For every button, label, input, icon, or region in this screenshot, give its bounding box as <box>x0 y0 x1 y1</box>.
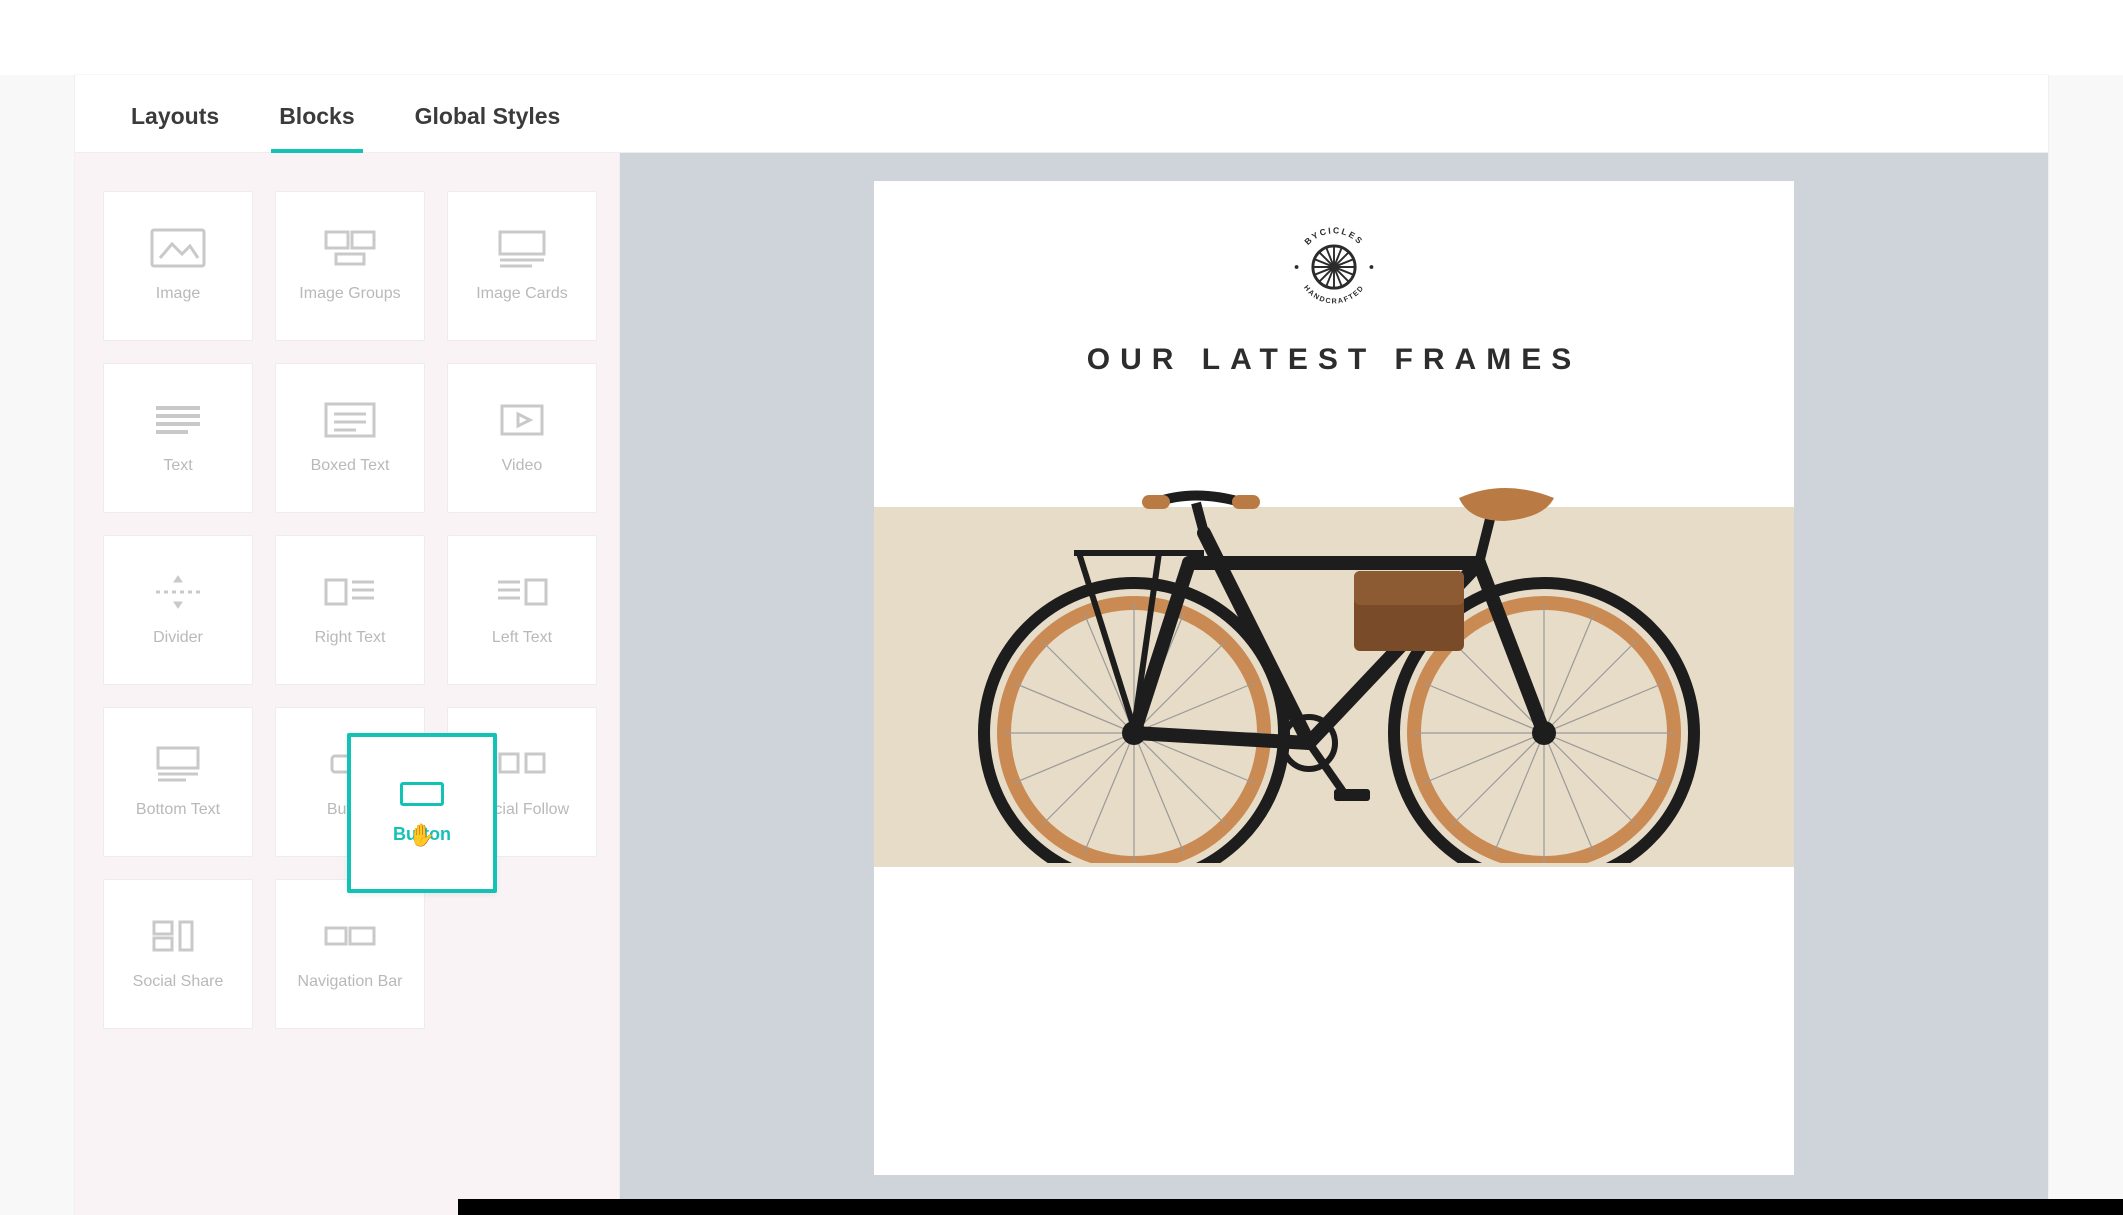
brand-logo: BYCICLES HANDCRAFTED <box>1286 219 1382 315</box>
boxed-text-icon <box>322 400 378 440</box>
block-image[interactable]: Image <box>103 191 253 341</box>
block-image-groups[interactable]: Image Groups <box>275 191 425 341</box>
tab-blocks[interactable]: Blocks <box>279 103 354 152</box>
block-label: Divider <box>147 628 209 648</box>
left-text-icon <box>494 572 550 612</box>
block-divider[interactable]: Divider <box>103 535 253 685</box>
block-label: Social Share <box>127 972 230 992</box>
email-header: BYCICLES HANDCRAFTED OUR LATEST FRAMES <box>874 181 1794 397</box>
tab-bar: Layouts Blocks Global Styles <box>75 75 2048 153</box>
block-label: Navigation Bar <box>292 972 409 992</box>
image-groups-icon <box>322 228 378 268</box>
block-right-text[interactable]: Right Text <box>275 535 425 685</box>
video-icon <box>494 400 550 440</box>
text-icon <box>150 400 206 440</box>
button-icon <box>400 782 444 806</box>
block-left-text[interactable]: Left Text <box>447 535 597 685</box>
dragging-block-button[interactable]: ✋ Button <box>347 733 497 893</box>
block-label: Right Text <box>309 628 392 648</box>
block-label: Boxed Text <box>305 456 396 476</box>
social-share-icon <box>150 916 206 956</box>
social-follow-icon <box>494 744 550 784</box>
svg-text:BYCICLES: BYCICLES <box>1302 225 1365 247</box>
top-chrome-strip <box>0 0 2123 75</box>
block-text[interactable]: Text <box>103 363 253 513</box>
right-text-icon <box>322 572 378 612</box>
block-label: Text <box>157 456 198 476</box>
editor-shell: Layouts Blocks Global Styles Image <box>75 75 2048 1215</box>
block-label: Image Cards <box>470 284 574 304</box>
bicycle-illustration <box>904 443 1764 863</box>
block-label: Bottom Text <box>130 800 226 820</box>
image-cards-icon <box>494 228 550 268</box>
image-icon <box>150 228 206 268</box>
blocks-sidebar: Image Image Groups Image C <box>75 153 620 1215</box>
block-label: Video <box>496 456 549 476</box>
bottom-text-icon <box>150 744 206 784</box>
tab-global-styles[interactable]: Global Styles <box>415 103 561 152</box>
email-hero-image[interactable] <box>874 397 1794 867</box>
tab-layouts[interactable]: Layouts <box>131 103 219 152</box>
footer-strip <box>458 1199 2123 1215</box>
navigation-bar-icon <box>322 916 378 956</box>
app-root: Layouts Blocks Global Styles Image <box>0 0 2123 1215</box>
block-navigation-bar[interactable]: Navigation Bar <box>275 879 425 1029</box>
email-headline: OUR LATEST FRAMES <box>1087 343 1581 377</box>
block-label: Image <box>150 284 206 304</box>
email-preview[interactable]: BYCICLES HANDCRAFTED OUR LATEST FRAMES <box>874 181 1794 1175</box>
block-video[interactable]: Video <box>447 363 597 513</box>
block-image-cards[interactable]: Image Cards <box>447 191 597 341</box>
block-bottom-text[interactable]: Bottom Text <box>103 707 253 857</box>
canvas[interactable]: BYCICLES HANDCRAFTED OUR LATEST FRAMES <box>620 153 2048 1215</box>
dragging-block-label: Button <box>393 824 451 845</box>
block-social-share[interactable]: Social Share <box>103 879 253 1029</box>
block-grid: Image Image Groups Image C <box>103 191 591 1029</box>
block-label: Left Text <box>486 628 558 648</box>
block-boxed-text[interactable]: Boxed Text <box>275 363 425 513</box>
block-label: Image Groups <box>293 284 406 304</box>
workspace: Image Image Groups Image C <box>75 153 2048 1215</box>
divider-icon <box>150 572 206 612</box>
